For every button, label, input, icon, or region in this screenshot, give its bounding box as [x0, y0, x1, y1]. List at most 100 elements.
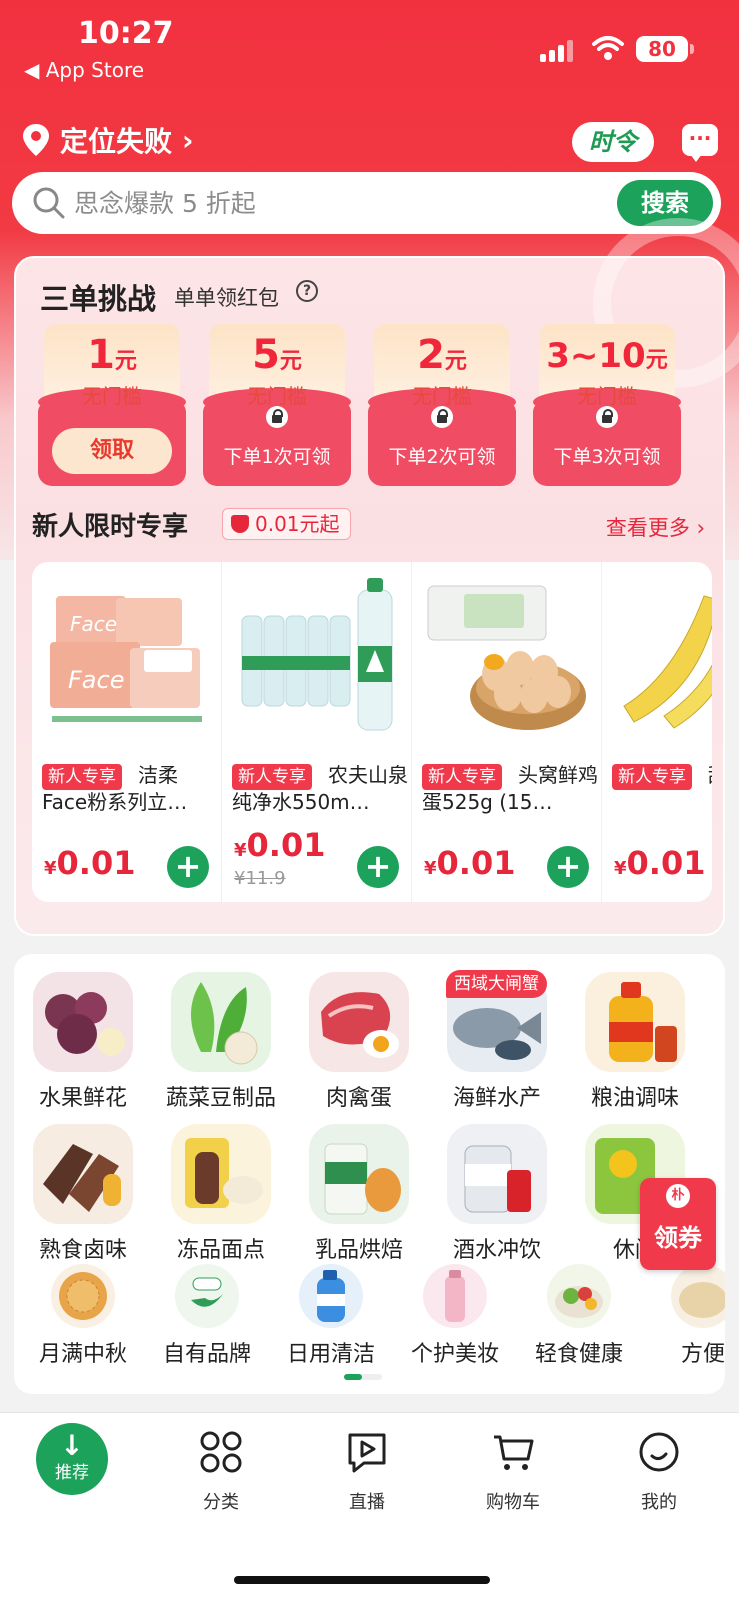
see-more-link[interactable]: 查看更多 › [606, 512, 705, 542]
home-indicator [234, 1576, 490, 1584]
tab-cart[interactable]: 购物车 [458, 1429, 568, 1514]
tissue-pack-image: Face Face [50, 596, 202, 722]
chevron-right-icon: › [182, 123, 194, 157]
product-price: ¥0.01 [614, 844, 706, 882]
category-seafood[interactable]: 西域大闸蟹 海鲜水产 [428, 970, 566, 1112]
own-brand-icon [175, 1264, 239, 1328]
category-label: 方便 [680, 1342, 725, 1367]
seasonal-badge[interactable]: 时令 [572, 122, 654, 162]
category-personal-care[interactable]: 个护美妆 [386, 1264, 524, 1368]
promo-ribbon: 西域大闸蟹 [446, 970, 547, 998]
vegetable-icon [171, 972, 271, 1072]
live-play-icon [348, 1433, 386, 1473]
eggs-image [427, 585, 586, 730]
product-card[interactable]: 新人专享 甜蕉600 ¥0.01 [602, 562, 712, 902]
dairy-icon [309, 1124, 409, 1224]
category-label: 海鲜水产 [452, 1086, 541, 1111]
tab-category[interactable]: 分类 [166, 1429, 276, 1514]
meat-icon [309, 972, 409, 1072]
location-pin-icon [23, 124, 49, 156]
help-icon[interactable]: ? [296, 280, 318, 302]
location-selector[interactable]: 定位失败 › [22, 118, 194, 162]
coupon-4[interactable]: 3~10元 无门槛 下单3次可领 [533, 324, 681, 486]
tab-me[interactable]: 我的 [604, 1429, 714, 1514]
category-label: 水果鲜花 [38, 1086, 127, 1111]
lock-icon [596, 406, 618, 428]
category-label: 轻食健康 [534, 1342, 623, 1367]
coupon-condition: 无门槛 [82, 384, 142, 408]
coupon-1[interactable]: 1元 无门槛 领取 [38, 324, 186, 486]
coupon-hint: 下单1次可领 [223, 446, 331, 468]
tab-label: 推荐 [55, 1463, 89, 1483]
claim-button[interactable]: 领取 [52, 428, 172, 474]
coupon-condition: 无门槛 [247, 384, 307, 408]
add-to-cart-button[interactable]: + [357, 846, 399, 888]
category-grain-oil[interactable]: 粮油调味 [566, 972, 704, 1112]
category-cleaning[interactable]: 日用清洁 [262, 1264, 400, 1368]
product-name: 甜蕉600 [612, 762, 712, 818]
status-time: 10:27 [78, 16, 174, 51]
challenge-subtitle: 单单领红包 [174, 286, 279, 310]
product-strip: Face Face 新人专享 洁柔Face粉系列立… ¥0.01 + 新人专享 … [32, 562, 712, 902]
category-drinks[interactable]: 酒水冲饮 [428, 1124, 566, 1264]
add-to-cart-button[interactable]: + [547, 846, 589, 888]
coupon-hint: 下单3次可领 [553, 446, 661, 468]
drinks-icon [447, 1124, 547, 1224]
category-label: 冻品面点 [176, 1238, 265, 1263]
coupon-condition: 无门槛 [412, 384, 472, 408]
svg-text:Face: Face [70, 612, 117, 636]
fruit-icon [33, 972, 133, 1072]
search-bar: 搜索 [12, 172, 721, 234]
category-label: 自有品牌 [162, 1342, 251, 1367]
category-label: 熟食卤味 [38, 1238, 127, 1263]
mooncake-icon [51, 1264, 115, 1328]
category-meat-eggs[interactable]: 肉禽蛋 [290, 972, 428, 1112]
search-input[interactable] [74, 182, 594, 224]
product-name: 洁柔Face粉系列立… [42, 763, 188, 814]
category-healthy[interactable]: 轻食健康 [510, 1264, 648, 1368]
coupon-amount: 5元 [252, 332, 302, 378]
category-label: 酒水冲饮 [452, 1238, 541, 1263]
floating-coupon-button[interactable]: 朴 领券 [640, 1178, 716, 1270]
new-user-title: 新人限时专享 [32, 512, 189, 542]
banana-image [623, 595, 712, 729]
cosmetics-icon [423, 1264, 487, 1328]
wifi-icon [592, 36, 624, 60]
category-own-brand[interactable]: 自有品牌 [138, 1264, 276, 1368]
shield-icon [231, 515, 249, 533]
brand-dot: 朴 [666, 1184, 690, 1208]
category-deli[interactable]: 熟食卤味 [14, 1124, 152, 1264]
tab-label: 购物车 [486, 1492, 540, 1513]
instant-food-icon [671, 1264, 725, 1328]
tab-live[interactable]: 直播 [312, 1429, 422, 1514]
category-fruit-flowers[interactable]: 水果鲜花 [14, 972, 152, 1112]
tab-recommend[interactable]: ↓ 推荐 [36, 1423, 108, 1495]
product-card[interactable]: 新人专享 头窝鲜鸡蛋525g (15… ¥0.01 + [412, 562, 602, 902]
back-to-app-store-link[interactable]: ◀ App Store [24, 58, 144, 82]
arrow-down-icon: ↓ [60, 1429, 84, 1462]
coupon-row: 1元 无门槛 领取 5元 无门槛 下单1次可领 2元 无门槛 下单2次可领 3~… [38, 324, 708, 486]
add-to-cart-button[interactable]: + [167, 846, 209, 888]
message-icon[interactable] [682, 124, 718, 162]
promo-card: 三单挑战 单单领红包 ? 1元 无门槛 领取 5元 无门槛 下单1次可领 2元 … [14, 218, 739, 936]
coupon-2[interactable]: 5元 无门槛 下单1次可领 [203, 324, 351, 486]
coupon-3[interactable]: 2元 无门槛 下单2次可领 [368, 324, 516, 486]
smile-icon [639, 1432, 679, 1472]
category-label: 乳品烘焙 [314, 1238, 403, 1263]
product-price: ¥0.01 [44, 844, 136, 882]
salad-icon [547, 1264, 611, 1328]
category-frozen[interactable]: 冻品面点 [152, 1124, 290, 1264]
category-dairy-bakery[interactable]: 乳品烘焙 [290, 1124, 428, 1264]
lock-icon [266, 406, 288, 428]
detergent-icon [299, 1264, 363, 1328]
tab-label: 我的 [641, 1492, 677, 1513]
coupon-amount: 1元 [87, 332, 137, 378]
category-convenience[interactable]: 方便 [634, 1264, 725, 1368]
product-card[interactable]: 新人专享 农夫山泉纯净水550m… ¥0.01 ¥11.9 + [222, 562, 412, 902]
product-card[interactable]: Face Face 新人专享 洁柔Face粉系列立… ¥0.01 + [32, 562, 222, 902]
category-mid-autumn[interactable]: 月满中秋 [14, 1264, 152, 1368]
page-indicator [344, 1374, 382, 1380]
frozen-food-icon [171, 1124, 271, 1224]
cart-icon [494, 1435, 534, 1470]
category-vegetables[interactable]: 蔬菜豆制品 [152, 972, 290, 1112]
